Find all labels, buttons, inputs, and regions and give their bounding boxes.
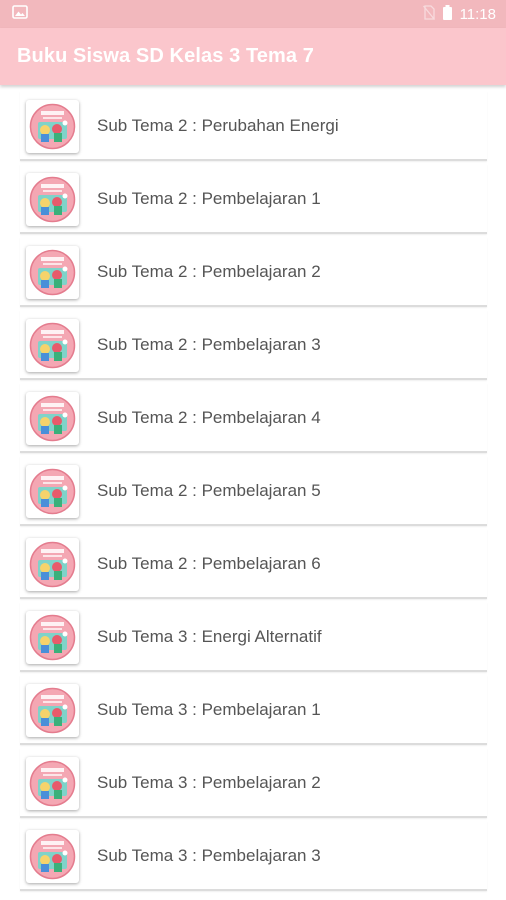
list-item[interactable]: Sub Tema 2 : Pembelajaran 4 (20, 383, 487, 453)
book-cover-icon (26, 465, 79, 518)
book-cover-icon (26, 757, 79, 810)
list-item-label: Sub Tema 3 : Pembelajaran 1 (97, 700, 321, 719)
app-bar: Buku Siswa SD Kelas 3 Tema 7 (0, 28, 506, 85)
list-item[interactable]: Sub Tema 3 : Pembelajaran 1 (20, 675, 487, 745)
book-cover-icon (26, 684, 79, 737)
app-title: Buku Siswa SD Kelas 3 Tema 7 (17, 45, 314, 67)
list-item-label: Sub Tema 2 : Pembelajaran 1 (97, 189, 321, 208)
list-item-label: Sub Tema 2 : Pembelajaran 4 (97, 408, 321, 427)
list-item[interactable]: Sub Tema 3 : Pembelajaran 2 (20, 748, 487, 818)
list-item-label: Sub Tema 3 : Energi Alternatif (97, 627, 322, 646)
list-item[interactable]: Sub Tema 2 : Perubahan Energi (20, 91, 487, 161)
clock: 11:18 (459, 5, 496, 23)
list-item-label: Sub Tema 2 : Pembelajaran 2 (97, 262, 321, 281)
book-cover-icon (26, 830, 79, 883)
battery-icon (442, 4, 452, 24)
book-cover-icon (26, 173, 79, 226)
book-cover-icon (26, 611, 79, 664)
book-cover-icon (26, 538, 79, 591)
list-item[interactable]: Sub Tema 2 : Pembelajaran 6 (20, 529, 487, 599)
list-item-label: Sub Tema 2 : Pembelajaran 6 (97, 554, 321, 573)
list-item[interactable]: Sub Tema 2 : Pembelajaran 1 (20, 164, 487, 234)
list-item-label: Sub Tema 2 : Perubahan Energi (97, 116, 339, 135)
list-item-label: Sub Tema 2 : Pembelajaran 5 (97, 481, 321, 500)
list-item-label: Sub Tema 3 : Pembelajaran 2 (97, 773, 321, 792)
list-item[interactable]: Sub Tema 2 : Pembelajaran 5 (20, 456, 487, 526)
book-cover-icon (26, 392, 79, 445)
status-bar: 11:18 (0, 0, 506, 28)
book-cover-icon (26, 246, 79, 299)
list-item-label: Sub Tema 3 : Pembelajaran 3 (97, 846, 321, 865)
list-item[interactable]: Sub Tema 3 : Pembelajaran 3 (20, 821, 487, 891)
list-item[interactable]: Sub Tema 2 : Pembelajaran 2 (20, 237, 487, 307)
no-sim-icon (422, 4, 435, 24)
image-icon (12, 4, 28, 24)
list-item[interactable]: Sub Tema 3 : Energi Alternatif (20, 602, 487, 672)
list-item[interactable]: Sub Tema 2 : Pembelajaran 3 (20, 310, 487, 380)
book-cover-icon (26, 100, 79, 153)
book-cover-icon (26, 319, 79, 372)
list-item-label: Sub Tema 2 : Pembelajaran 3 (97, 335, 321, 354)
